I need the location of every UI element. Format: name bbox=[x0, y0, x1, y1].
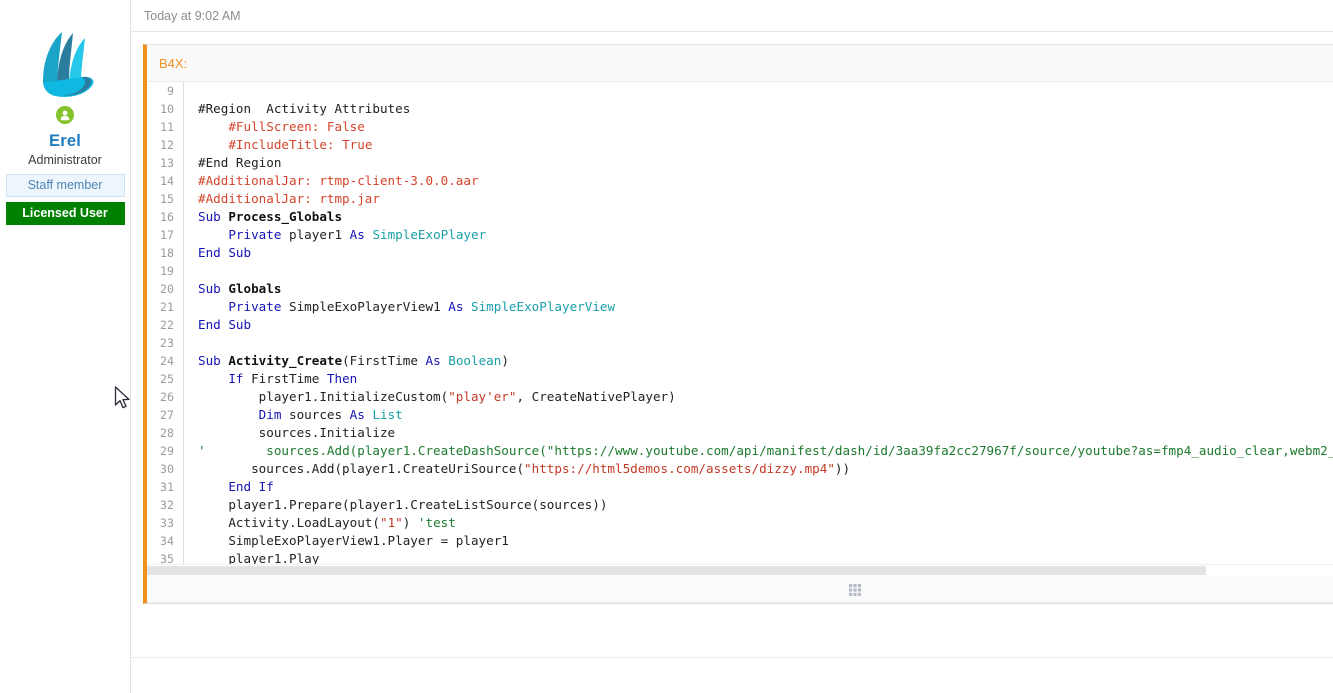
post-header: Today at 9:02 AM #4 bbox=[131, 0, 1333, 32]
code-line: 15#AdditionalJar: rtmp.jar bbox=[147, 190, 1333, 208]
post-user-card: Erel Administrator Staff member Licensed… bbox=[0, 0, 131, 693]
code-line-number: 34 bbox=[147, 532, 184, 550]
code-line-number: 20 bbox=[147, 280, 184, 298]
code-line: 32 player1.Prepare(player1.CreateListSou… bbox=[147, 496, 1333, 514]
code-line-number: 27 bbox=[147, 406, 184, 424]
post-main: Today at 9:02 AM #4 B4X: bbox=[131, 0, 1333, 693]
code-line: 27 Dim sources As List bbox=[147, 406, 1333, 424]
b4x-logo-icon bbox=[13, 14, 117, 118]
code-line-number: 18 bbox=[147, 244, 184, 262]
code-line-number: 19 bbox=[147, 262, 184, 280]
code-line-text: End If bbox=[184, 478, 274, 496]
code-line-text: #Region Activity Attributes bbox=[184, 100, 410, 118]
code-line-text: Activity.LoadLayout("1") 'test bbox=[184, 514, 456, 532]
code-line-number: 25 bbox=[147, 370, 184, 388]
code-line: 33 Activity.LoadLayout("1") 'test bbox=[147, 514, 1333, 532]
code-block: B4X: bbox=[143, 44, 1333, 604]
code-line: 34 SimpleExoPlayerView1.Player = player1 bbox=[147, 532, 1333, 550]
code-lines: 910#Region Activity Attributes11 #FullSc… bbox=[147, 82, 1333, 575]
code-line: 29' sources.Add(player1.CreateDashSource… bbox=[147, 442, 1333, 460]
code-line: 16Sub Process_Globals bbox=[147, 208, 1333, 226]
code-line-text: #AdditionalJar: rtmp-client-3.0.0.aar bbox=[184, 172, 479, 190]
code-line-number: 24 bbox=[147, 352, 184, 370]
code-line-number: 17 bbox=[147, 226, 184, 244]
code-line-text: #AdditionalJar: rtmp.jar bbox=[184, 190, 380, 208]
post-page: Erel Administrator Staff member Licensed… bbox=[0, 0, 1333, 693]
code-line-text: player1.InitializeCustom("play'er", Crea… bbox=[184, 388, 676, 406]
code-line-number: 26 bbox=[147, 388, 184, 406]
code-line-text: sources.Add(player1.CreateUriSource("htt… bbox=[184, 460, 850, 478]
avatar-image bbox=[13, 14, 117, 118]
code-line-number: 14 bbox=[147, 172, 184, 190]
code-line-number: 9 bbox=[147, 82, 184, 100]
code-line-text: Dim sources As List bbox=[184, 406, 403, 424]
code-line: 12 #IncludeTitle: True bbox=[147, 136, 1333, 154]
code-line-number: 11 bbox=[147, 118, 184, 136]
code-line-text: End Sub bbox=[184, 316, 251, 334]
code-line: 25 If FirstTime Then bbox=[147, 370, 1333, 388]
code-line: 19 bbox=[147, 262, 1333, 280]
code-line-text: Private player1 As SimpleExoPlayer bbox=[184, 226, 486, 244]
code-scroll-area[interactable]: 910#Region Activity Attributes11 #FullSc… bbox=[147, 82, 1333, 575]
code-line-text: Private SimpleExoPlayerView1 As SimpleEx… bbox=[184, 298, 615, 316]
code-line-number: 30 bbox=[147, 460, 184, 478]
code-horizontal-scrollbar[interactable] bbox=[147, 564, 1333, 575]
code-line: 17 Private player1 As SimpleExoPlayer bbox=[147, 226, 1333, 244]
post-date[interactable]: Today at 9:02 AM bbox=[144, 9, 241, 23]
code-line: 10#Region Activity Attributes bbox=[147, 100, 1333, 118]
code-line-number: 29 bbox=[147, 442, 184, 460]
code-line: 18End Sub bbox=[147, 244, 1333, 262]
user-title: Administrator bbox=[28, 153, 102, 167]
post-body: B4X: bbox=[131, 32, 1333, 657]
code-line-number: 31 bbox=[147, 478, 184, 496]
code-line-text: Sub Process_Globals bbox=[184, 208, 342, 226]
code-line-number: 15 bbox=[147, 190, 184, 208]
code-line: 31 End If bbox=[147, 478, 1333, 496]
code-line-text: #IncludeTitle: True bbox=[184, 136, 372, 154]
code-language-label: B4X: bbox=[159, 56, 187, 71]
code-horizontal-scroll-thumb[interactable] bbox=[147, 566, 1206, 575]
code-line: 20Sub Globals bbox=[147, 280, 1333, 298]
code-line-text: SimpleExoPlayerView1.Player = player1 bbox=[184, 532, 509, 550]
code-resize-grip[interactable] bbox=[147, 575, 1333, 603]
code-line-text: End Sub bbox=[184, 244, 251, 262]
code-line-text: #End Region bbox=[184, 154, 281, 172]
code-line: 14#AdditionalJar: rtmp-client-3.0.0.aar bbox=[147, 172, 1333, 190]
code-line-text: Sub Activity_Create(FirstTime As Boolean… bbox=[184, 352, 509, 370]
avatar[interactable] bbox=[13, 14, 117, 118]
code-line-number: 13 bbox=[147, 154, 184, 172]
code-line: 28 sources.Initialize bbox=[147, 424, 1333, 442]
code-line-text: #FullScreen: False bbox=[184, 118, 365, 136]
code-line-number: 23 bbox=[147, 334, 184, 352]
code-line-number: 12 bbox=[147, 136, 184, 154]
code-line: 23 bbox=[147, 334, 1333, 352]
code-line-text: ' sources.Add(player1.CreateDashSource("… bbox=[184, 442, 1333, 460]
badge-licensed-user: Licensed User bbox=[6, 202, 125, 225]
code-line-number: 28 bbox=[147, 424, 184, 442]
code-line: 22End Sub bbox=[147, 316, 1333, 334]
grip-dots-icon bbox=[847, 581, 863, 597]
badge-staff-member: Staff member bbox=[6, 174, 125, 197]
code-line: 30 sources.Add(player1.CreateUriSource("… bbox=[147, 460, 1333, 478]
code-line-number: 10 bbox=[147, 100, 184, 118]
post-footer: Last edited: Today at 9:44 AM bbox=[131, 657, 1333, 693]
code-line-number: 33 bbox=[147, 514, 184, 532]
online-status-icon bbox=[54, 104, 76, 126]
code-line-number: 21 bbox=[147, 298, 184, 316]
code-line: 24Sub Activity_Create(FirstTime As Boole… bbox=[147, 352, 1333, 370]
code-line-text: If FirstTime Then bbox=[184, 370, 357, 388]
code-line-number: 22 bbox=[147, 316, 184, 334]
code-line-text: player1.Prepare(player1.CreateListSource… bbox=[184, 496, 607, 514]
code-block-toolbar: B4X: bbox=[147, 45, 1333, 82]
code-line-text: Sub Globals bbox=[184, 280, 281, 298]
code-line: 21 Private SimpleExoPlayerView1 As Simpl… bbox=[147, 298, 1333, 316]
code-line-number: 16 bbox=[147, 208, 184, 226]
code-line-number: 32 bbox=[147, 496, 184, 514]
code-line: 26 player1.InitializeCustom("play'er", C… bbox=[147, 388, 1333, 406]
username[interactable]: Erel bbox=[49, 132, 81, 151]
code-line: 13#End Region bbox=[147, 154, 1333, 172]
code-line: 11 #FullScreen: False bbox=[147, 118, 1333, 136]
code-line: 9 bbox=[147, 82, 1333, 100]
code-line-text: sources.Initialize bbox=[184, 424, 395, 442]
